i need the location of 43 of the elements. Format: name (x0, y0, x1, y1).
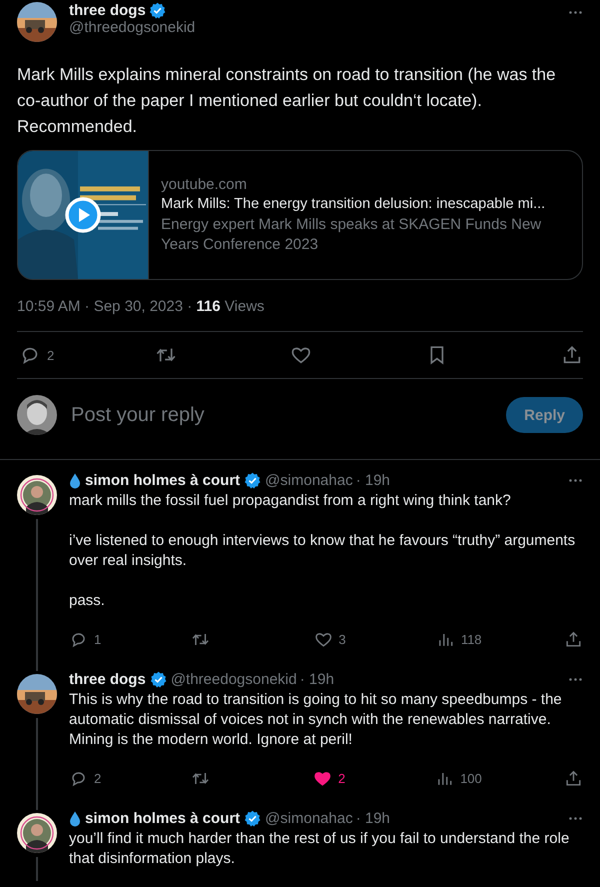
more-icon[interactable] (568, 816, 583, 821)
link-title: Mark Mills: The energy transition delusion: inescapable mi... (161, 196, 546, 212)
author-handle[interactable]: @simonahac (265, 472, 353, 489)
reply-text: pass. (69, 591, 106, 611)
count: 100 (460, 770, 482, 786)
count: 2 (47, 348, 54, 362)
link-description: Energy expert Mark Mills speaks at SKAGEN Funds New Years Conference 2023 (161, 214, 542, 254)
author-handle[interactable]: @threedogsonekid (170, 671, 297, 688)
author-name[interactable]: simon holmes à court (85, 810, 240, 827)
tweet-text: Mark Mills explains mineral constraints on road to transition (he was the co-author of the paper I mentioned earlier but couldn‘t locate). Recommended. (17, 64, 557, 138)
share-icon[interactable] (564, 768, 583, 788)
author-handle[interactable]: @simonahac (265, 810, 353, 827)
author-name[interactable]: simon holmes à court (85, 472, 240, 489)
reply-text: This is why the road to transition is going to hit so many speedbumps - the automatic dismissal of voices not in synch with the renewables narrative. Mining is the modern world. Ignore at peril! (69, 690, 563, 750)
post-age[interactable]: · 19h (356, 472, 390, 489)
post-age[interactable]: · 19h (300, 671, 334, 688)
count: 3 (338, 632, 346, 646)
share-icon[interactable] (564, 630, 583, 648)
avatar[interactable] (17, 395, 57, 435)
link-domain: youtube.com (161, 176, 248, 192)
count: 2 (338, 770, 346, 786)
post-age[interactable]: · 19h (356, 810, 390, 827)
timestamp[interactable]: 10:59 AM · Sep 30, 2023 · (17, 298, 196, 315)
avatar[interactable] (17, 2, 57, 42)
share-icon[interactable] (561, 344, 583, 366)
reply-text: you’ll find it much harder than the rest of us if you fail to understand the role that disinformation plays. (69, 829, 570, 869)
avatar[interactable] (17, 813, 57, 853)
author-handle[interactable]: @threedogsonekid (69, 19, 556, 36)
count: 1 (94, 632, 102, 646)
count: 2 (94, 770, 102, 786)
avatar[interactable] (17, 674, 57, 714)
link-card[interactable]: youtube.com Mark Mills: The energy transition delusion: inescapable mi... Energy expert Mark Mills speaks at SKAGEN Funds New Years Conference 2023 (17, 150, 583, 280)
more-icon[interactable] (568, 10, 583, 15)
avatar[interactable] (17, 475, 57, 515)
more-icon[interactable] (568, 677, 583, 682)
count: 118 (460, 632, 482, 646)
view-count: 116 (196, 298, 220, 315)
reply-text: mark mills the fossil fuel propagandist from a right wing think tank? (69, 491, 512, 511)
author-name[interactable]: three dogs (69, 671, 146, 688)
views-label: Views (224, 298, 264, 315)
author-name[interactable]: three dogs (69, 2, 146, 19)
reply-text: i’ve listened to enough interviews to know that he favours “truthy” arguments over real insights. (69, 531, 576, 571)
more-icon[interactable] (568, 478, 583, 483)
